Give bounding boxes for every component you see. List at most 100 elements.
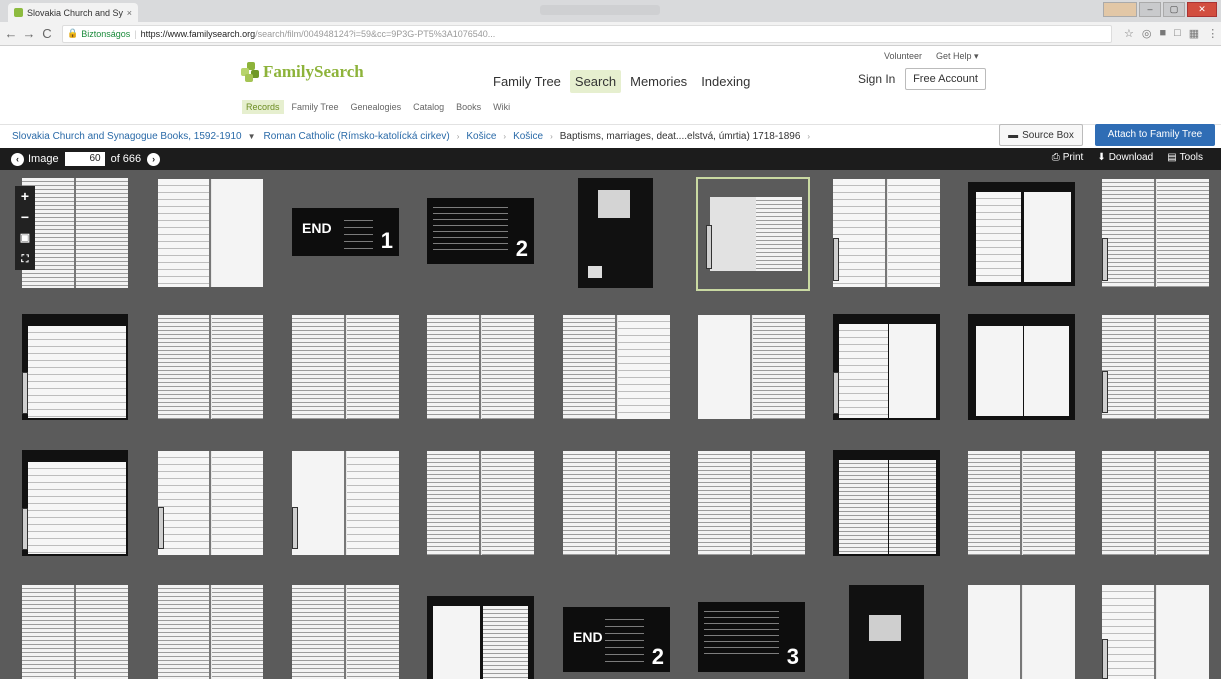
zoom-in-icon[interactable]: + [15, 186, 35, 207]
image-viewer[interactable]: END 1 2 END 2 3 + − ▣ ⛶ [0, 170, 1221, 679]
breadcrumb-item[interactable]: Košice [466, 131, 496, 142]
minimize-icon[interactable]: – [1139, 2, 1161, 17]
nav-memories[interactable]: Memories [625, 70, 692, 93]
image-thumbnail[interactable]: 2 [427, 198, 534, 264]
image-thumbnail[interactable] [427, 596, 534, 679]
free-account-button[interactable]: Free Account [905, 68, 986, 90]
image-thumbnail[interactable] [968, 585, 1075, 679]
image-thumbnail[interactable] [968, 451, 1075, 555]
print-button[interactable]: ⎙ Print [1052, 152, 1084, 163]
forward-icon[interactable]: → [22, 26, 36, 41]
tab-close-icon[interactable]: × [127, 8, 132, 18]
image-thumbnail[interactable] [968, 314, 1075, 420]
logo-text: FamilySearch [263, 62, 364, 81]
subnav-books[interactable]: Books [452, 100, 485, 114]
subnav-catalog[interactable]: Catalog [409, 100, 448, 114]
extension-icon[interactable]: ◎ [1142, 27, 1152, 40]
image-thumbnail[interactable] [22, 314, 128, 420]
image-number-input[interactable]: 60 [64, 152, 105, 166]
address-bar[interactable]: 🔒 Biztonságos | https://www.familysearch… [62, 24, 1112, 43]
download-label: Download [1108, 152, 1154, 163]
zoom-out-icon[interactable]: − [15, 207, 35, 228]
image-thumbnail[interactable] [427, 451, 534, 555]
image-thumbnail[interactable] [833, 314, 940, 420]
image-thumbnail[interactable] [427, 315, 534, 419]
tab-title: Slovakia Church and Sy [27, 7, 124, 18]
image-thumbnail[interactable] [22, 178, 128, 288]
target-number: 3 [786, 644, 799, 669]
attach-to-family-tree-button[interactable]: Attach to Family Tree [1095, 124, 1215, 146]
image-thumbnail[interactable] [292, 585, 399, 679]
breadcrumb-item[interactable]: Roman Catholic (Rímsko-katolícká cirkev) [264, 131, 450, 142]
extension-icon[interactable]: ■ [1159, 27, 1166, 40]
download-button[interactable]: ⬇ Download [1097, 152, 1153, 163]
image-thumbnail[interactable] [292, 451, 399, 555]
get-help-link[interactable]: Get Help ▾ [936, 51, 979, 62]
familysearch-logo[interactable]: FamilySearch [241, 62, 364, 82]
tools-button[interactable]: ▤ Tools [1167, 152, 1203, 163]
browser-tab[interactable]: Slovakia Church and Sy × [8, 3, 138, 22]
breadcrumb-collection[interactable]: Slovakia Church and Synagogue Books, 159… [12, 131, 242, 142]
image-thumbnail[interactable] [158, 451, 263, 555]
profile-icon[interactable] [1103, 2, 1137, 17]
breadcrumb-item[interactable]: Košice [513, 131, 543, 142]
familysearch-favicon-icon [14, 8, 23, 17]
image-thumbnail[interactable] [1102, 451, 1209, 555]
image-thumbnail[interactable] [698, 451, 805, 555]
image-thumbnail[interactable]: 3 [698, 602, 805, 672]
image-thumbnail[interactable] [849, 585, 924, 679]
image-thumbnail[interactable] [158, 585, 263, 679]
image-thumbnail[interactable]: END 2 [563, 607, 670, 672]
image-toolbar: ‹ Image 60 of 666 › ⎙ Print ⬇ Download ▤ To… [0, 148, 1221, 170]
fit-to-screen-icon[interactable]: ▣ [15, 228, 35, 249]
image-thumbnail[interactable] [578, 178, 653, 288]
breadcrumb-separator-icon: › [807, 132, 811, 141]
back-icon[interactable]: ← [4, 26, 18, 41]
image-thumbnail[interactable] [563, 451, 670, 555]
image-thumbnail[interactable] [292, 315, 399, 419]
subnav-genealogies[interactable]: Genealogies [347, 100, 406, 114]
breadcrumb-separator-icon: › [550, 132, 553, 141]
folder-icon: ▬ [1008, 129, 1019, 141]
bookmark-star-icon[interactable]: ☆ [1124, 27, 1134, 40]
subnav-records[interactable]: Records [242, 100, 284, 114]
image-thumbnail[interactable] [1102, 585, 1209, 679]
main-navigation: Family Tree Search Memories Indexing [488, 70, 755, 93]
chevron-down-icon[interactable]: ▼ [248, 132, 256, 141]
url-separator: | [134, 28, 137, 39]
image-thumbnail[interactable] [22, 585, 128, 679]
image-thumbnail[interactable] [833, 179, 940, 287]
image-thumbnail[interactable] [1102, 179, 1209, 287]
site-header: FamilySearch Family Tree Search Memories… [0, 46, 1221, 124]
extension-icon[interactable]: ▦ [1189, 27, 1199, 40]
image-thumbnail[interactable] [563, 315, 670, 419]
next-image-icon[interactable]: › [147, 152, 161, 166]
previous-image-icon[interactable]: ‹ [11, 152, 24, 166]
source-box-button[interactable]: ▬ Source Box [999, 124, 1083, 146]
image-label: Image [28, 153, 59, 165]
image-thumbnail[interactable] [698, 315, 805, 419]
subnav-family-tree[interactable]: Family Tree [288, 100, 343, 114]
viewer-tools: ⎙ Print ⬇ Download ▤ Tools [1052, 152, 1203, 163]
sign-in-link[interactable]: Sign In [858, 72, 895, 86]
close-window-icon[interactable]: ✕ [1187, 2, 1217, 17]
subnav-wiki[interactable]: Wiki [489, 100, 514, 114]
extension-icon[interactable]: □ [1174, 27, 1181, 40]
nav-family-tree[interactable]: Family Tree [488, 70, 566, 93]
nav-indexing[interactable]: Indexing [696, 70, 755, 93]
reload-icon[interactable]: C [40, 26, 54, 41]
image-thumbnail[interactable] [158, 315, 263, 419]
image-thumbnail[interactable] [1102, 315, 1209, 419]
nav-search[interactable]: Search [569, 70, 622, 93]
image-thumbnail[interactable]: END 1 [292, 208, 399, 256]
selected-image-thumbnail[interactable] [696, 177, 810, 291]
browser-menu-icon[interactable]: ⋮ [1207, 27, 1218, 40]
image-thumbnail[interactable] [968, 182, 1075, 286]
image-thumbnail[interactable] [833, 450, 940, 556]
image-thumbnail[interactable] [22, 450, 128, 556]
print-icon: ⎙ [1051, 152, 1060, 163]
volunteer-link[interactable]: Volunteer [884, 51, 922, 62]
fullscreen-icon[interactable]: ⛶ [15, 249, 35, 270]
maximize-icon[interactable]: ▢ [1163, 2, 1185, 17]
image-thumbnail[interactable] [158, 179, 263, 287]
